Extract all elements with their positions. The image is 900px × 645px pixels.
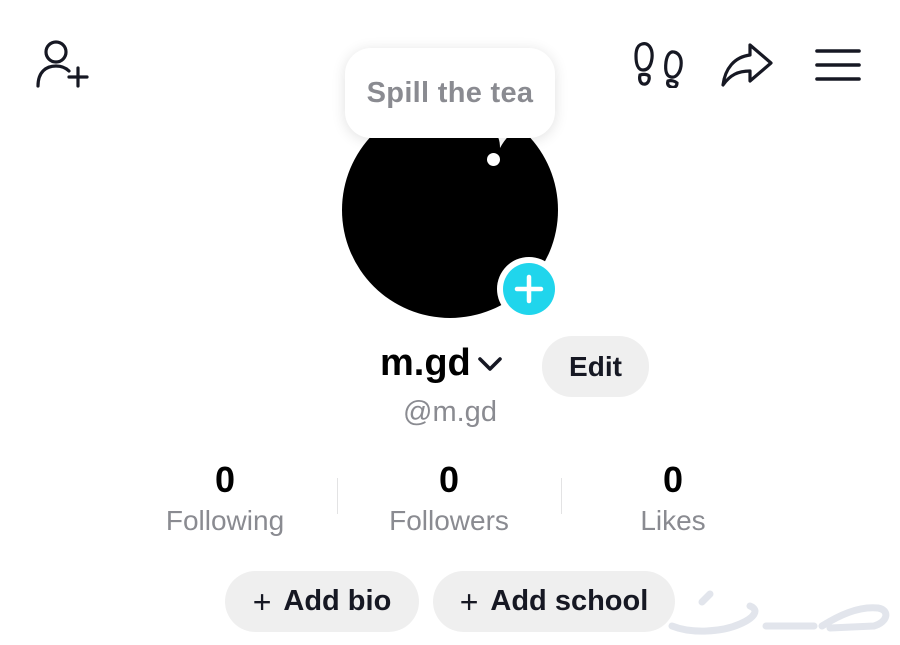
add-friend-button[interactable]	[30, 36, 94, 92]
stat-value: 0	[662, 459, 684, 500]
plus-icon	[514, 274, 544, 304]
chevron-down-icon	[477, 356, 502, 371]
stat-value: 0	[438, 459, 460, 500]
stat-followers[interactable]: 0 Followers	[337, 458, 561, 538]
tooltip-text: Spill the tea	[366, 76, 534, 109]
plus-icon: +	[252, 583, 272, 620]
add-friend-icon	[36, 40, 89, 88]
add-school-label: Add school	[490, 585, 649, 617]
watermark-logo	[668, 590, 890, 635]
stat-following[interactable]: 0 Following	[113, 458, 337, 538]
tooltip-dot	[487, 153, 500, 166]
profile-views-button[interactable]	[630, 38, 688, 90]
menu-button[interactable]	[808, 40, 868, 90]
name-row: m.gd Edit	[0, 336, 900, 398]
share-icon	[721, 43, 773, 87]
menu-icon	[815, 49, 861, 81]
stat-value: 0	[214, 459, 236, 500]
stats-row: 0 Following 0 Followers 0 Likes	[113, 458, 785, 538]
stat-label: Following	[165, 505, 285, 536]
account-switcher[interactable]: m.gd	[380, 342, 503, 385]
spill-the-tea-tooltip[interactable]: Spill the tea	[345, 48, 555, 138]
stats-divider	[561, 478, 562, 514]
add-story-button[interactable]	[497, 257, 561, 321]
add-story-circle	[503, 263, 555, 315]
add-bio-label: Add bio	[283, 585, 392, 617]
stat-label: Followers	[389, 505, 509, 536]
stats-divider	[337, 478, 338, 514]
edit-profile-button[interactable]: Edit	[542, 336, 649, 397]
share-button[interactable]	[716, 38, 778, 92]
add-bio-button[interactable]: + Add bio	[225, 571, 419, 632]
add-school-button[interactable]: + Add school	[433, 571, 675, 632]
plus-icon: +	[459, 583, 479, 620]
username-handle: @m.gd	[403, 396, 497, 428]
stat-label: Likes	[640, 505, 706, 536]
stat-likes[interactable]: 0 Likes	[561, 458, 785, 538]
footprints-icon	[634, 42, 683, 88]
display-name: m.gd	[380, 342, 471, 384]
